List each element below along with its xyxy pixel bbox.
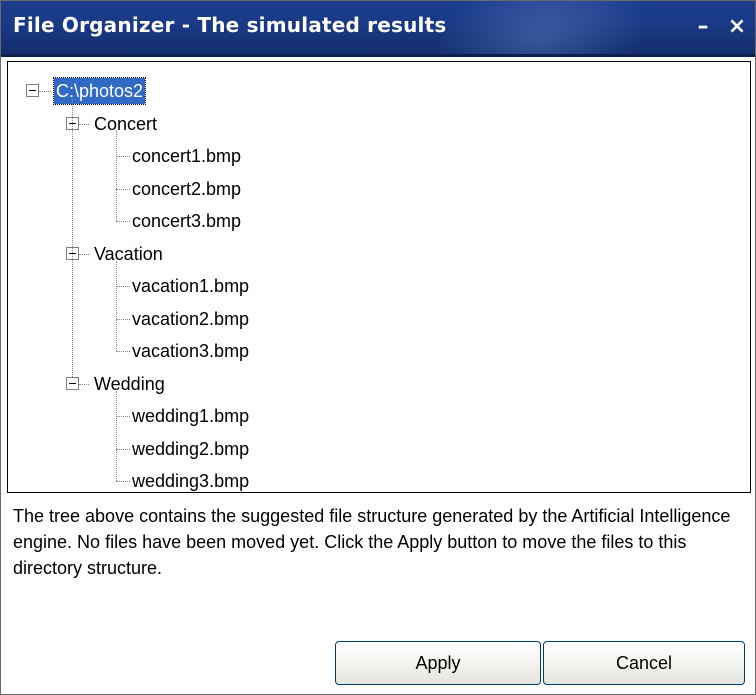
file-item[interactable]: concert2.bmp	[8, 174, 750, 204]
file-item-label: concert1.bmp	[132, 146, 242, 166]
file-organizer-window: File Organizer - The simulated results –…	[0, 0, 756, 695]
description-text: The tree above contains the suggested fi…	[13, 506, 731, 578]
tree-connector	[116, 390, 117, 481]
file-item-label: concert3.bmp	[132, 211, 242, 231]
file-item-label: vacation2.bmp	[132, 308, 250, 329]
title-bar[interactable]: File Organizer - The simulated results –…	[1, 1, 755, 57]
file-item-label: vacation3.bmp	[132, 341, 250, 361]
folder-item-vacation-label: Vacation	[94, 243, 163, 264]
close-button[interactable]: ×	[723, 11, 751, 43]
file-item-label: vacation1.bmp	[132, 276, 250, 296]
tree-content: C:\photos2 Concert concert1.bmp concert2.bm…	[8, 62, 750, 492]
folder-item-vacation[interactable]: Vacation	[8, 239, 750, 269]
folder-item-wedding-label: Wedding	[94, 373, 165, 394]
file-item[interactable]: vacation1.bmp	[8, 271, 750, 301]
cancel-button[interactable]: Cancel	[543, 641, 745, 685]
file-item-label: concert2.bmp	[132, 178, 242, 199]
tree-connector	[116, 260, 117, 351]
folder-tree-view[interactable]: C:\photos2 Concert concert1.bmp concert2.bm…	[7, 61, 751, 493]
folder-item-concert[interactable]: Concert	[8, 109, 750, 139]
file-item-label: wedding1.bmp	[132, 406, 250, 426]
file-item[interactable]: wedding3.bmp	[8, 466, 750, 492]
file-item[interactable]: wedding1.bmp	[8, 401, 750, 431]
file-item[interactable]: concert1.bmp	[8, 141, 750, 171]
folder-item-concert-label: Concert	[94, 113, 158, 134]
window-title: File Organizer - The simulated results	[13, 13, 447, 37]
file-item[interactable]: vacation3.bmp	[8, 336, 750, 366]
tree-root-item[interactable]: C:\photos2	[8, 76, 750, 106]
tree-connector	[116, 130, 117, 221]
minimize-button[interactable]: –	[689, 11, 717, 43]
folder-item-wedding[interactable]: Wedding	[8, 369, 750, 399]
apply-button[interactable]: Apply	[335, 641, 541, 685]
file-item[interactable]: wedding2.bmp	[8, 434, 750, 464]
file-item[interactable]: concert3.bmp	[8, 206, 750, 236]
file-item-label: wedding2.bmp	[132, 438, 250, 459]
tree-root-item-label: C:\photos2	[52, 77, 147, 105]
tree-connector	[72, 99, 73, 377]
file-item-label: wedding3.bmp	[132, 471, 250, 491]
file-item[interactable]: vacation2.bmp	[8, 304, 750, 334]
